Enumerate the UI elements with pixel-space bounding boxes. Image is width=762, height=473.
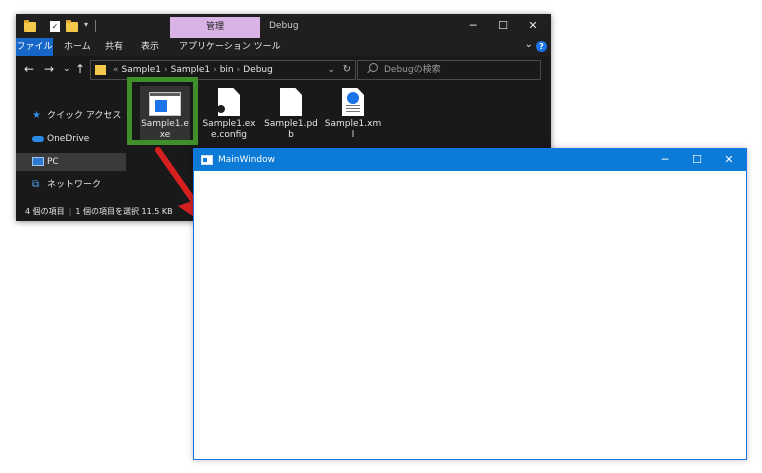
text-lines-icon [346, 105, 360, 113]
sidebar-item-label: OneDrive [47, 134, 90, 144]
folder-icon [95, 65, 106, 75]
sidebar-item-label: クイック アクセス [47, 111, 122, 121]
window-icon [201, 155, 213, 165]
search-box[interactable] [357, 60, 541, 80]
search-icon [369, 63, 378, 72]
sidebar-item-network[interactable]: ⧉ ネットワーク [16, 176, 126, 194]
refresh-icon[interactable]: ↻ [343, 62, 351, 78]
tab-manage[interactable]: 管理 [170, 17, 260, 38]
xml-icon [342, 88, 364, 116]
network-icon: ⧉ [32, 179, 40, 190]
close-button[interactable]: ✕ [518, 14, 548, 38]
expand-ribbon-icon[interactable]: ⌄ [525, 39, 533, 50]
tab-view[interactable]: 表示 [141, 38, 159, 56]
search-input[interactable] [384, 61, 534, 79]
tab-application-tools[interactable]: アプリケーション ツール [179, 38, 281, 56]
gear-icon [218, 102, 228, 116]
item-count: 4 個の項目 [25, 207, 65, 216]
window-title: Debug [269, 21, 299, 31]
globe-icon [346, 91, 360, 105]
sidebar-item-pc[interactable]: PC [16, 153, 126, 171]
divider [95, 20, 96, 32]
file-item[interactable]: Sample1.pdb [262, 88, 320, 141]
forward-button[interactable]: → [44, 61, 54, 77]
explorer-titlebar: ✓ ▾ 管理 Debug ─ ☐ ✕ [16, 14, 551, 38]
properties-icon[interactable]: ✓ [50, 21, 60, 32]
recent-locations-button[interactable]: ⌄ [63, 61, 71, 77]
config-icon [218, 88, 240, 116]
computer-icon [32, 157, 44, 166]
maximize-button[interactable]: ☐ [488, 14, 518, 38]
tab-home[interactable]: ホーム [64, 38, 91, 56]
sidebar-item-quick-access[interactable]: ★ クイック アクセス [16, 107, 126, 125]
breadcrumb-item[interactable]: Sample1 [171, 65, 210, 75]
main-window-titlebar: MainWindow ─ ☐ ✕ [194, 149, 746, 171]
sidebar-item-label: ネットワーク [47, 180, 102, 190]
maximize-button[interactable]: ☐ [681, 149, 713, 171]
minimize-button[interactable]: ─ [458, 14, 488, 38]
sidebar-item-label: PC [47, 157, 59, 167]
breadcrumb-overflow[interactable]: « [113, 65, 119, 75]
breadcrumb-item[interactable]: Debug [243, 65, 273, 75]
document-icon [280, 88, 302, 116]
navigation-pane: ★ クイック アクセス OneDrive PC ⧉ ネットワーク [16, 82, 126, 202]
close-button[interactable]: ✕ [713, 149, 745, 171]
star-icon: ★ [32, 110, 41, 121]
file-item[interactable]: Sample1.exe.config [200, 88, 258, 141]
file-name: Sample1.xml [324, 119, 382, 140]
highlight-box [127, 77, 198, 145]
tab-share[interactable]: 共有 [105, 38, 123, 56]
main-window: MainWindow ─ ☐ ✕ [193, 148, 747, 460]
window-client-area [194, 171, 746, 459]
breadcrumb-separator[interactable]: › [164, 65, 168, 75]
folder-icon[interactable] [24, 20, 36, 32]
new-folder-icon[interactable] [66, 20, 78, 32]
divider: | [68, 207, 72, 216]
ribbon-tabs: ファイル ホーム 共有 表示 アプリケーション ツール ⌄ ? [16, 38, 551, 56]
file-name: Sample1.pdb [264, 119, 318, 140]
breadcrumb-separator[interactable]: › [213, 65, 217, 75]
breadcrumb-item[interactable]: Sample1 [122, 65, 161, 75]
file-name: Sample1.exe.config [202, 119, 256, 140]
sidebar-item-onedrive[interactable]: OneDrive [16, 130, 126, 148]
minimize-button[interactable]: ─ [649, 149, 681, 171]
window-title: MainWindow [218, 155, 275, 165]
breadcrumb-item[interactable]: bin [220, 65, 234, 75]
tab-file[interactable]: ファイル [16, 38, 53, 56]
up-button[interactable]: ↑ [75, 61, 85, 77]
customize-qat-icon[interactable]: ▾ [84, 20, 88, 29]
quick-access-toolbar: ✓ ▾ [24, 19, 104, 33]
help-icon[interactable]: ? [536, 41, 547, 52]
address-bar-row: ← → ⌄ ↑ «Sample1 › Sample1 › bin › Debug ⌄ ↻ [16, 56, 551, 82]
address-dropdown-icon[interactable]: ⌄ [327, 62, 335, 78]
file-item[interactable]: Sample1.xml [324, 88, 382, 141]
breadcrumb-separator[interactable]: › [237, 65, 241, 75]
back-button[interactable]: ← [24, 61, 34, 77]
cloud-icon [32, 136, 44, 142]
